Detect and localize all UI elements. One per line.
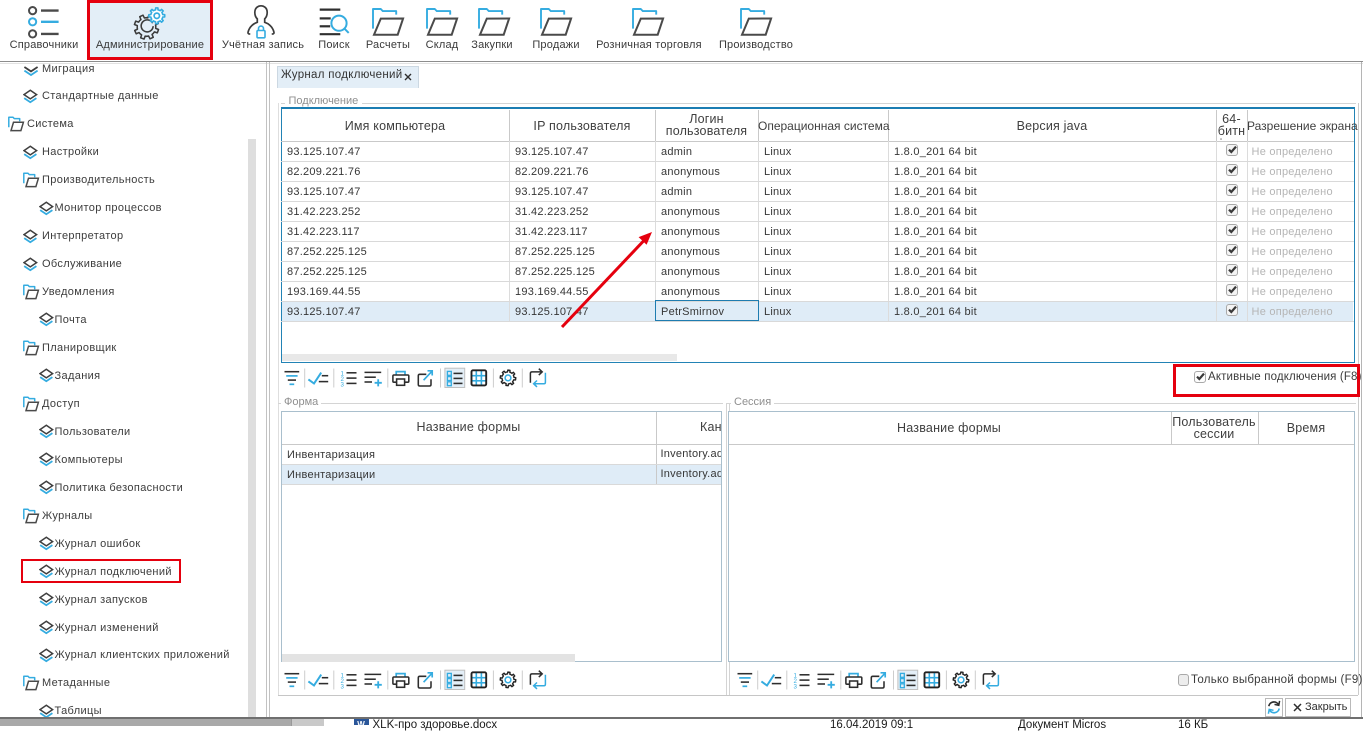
- svg-text:3: 3: [341, 683, 345, 690]
- svg-text:3: 3: [341, 381, 345, 388]
- svg-text:3: 3: [794, 683, 798, 690]
